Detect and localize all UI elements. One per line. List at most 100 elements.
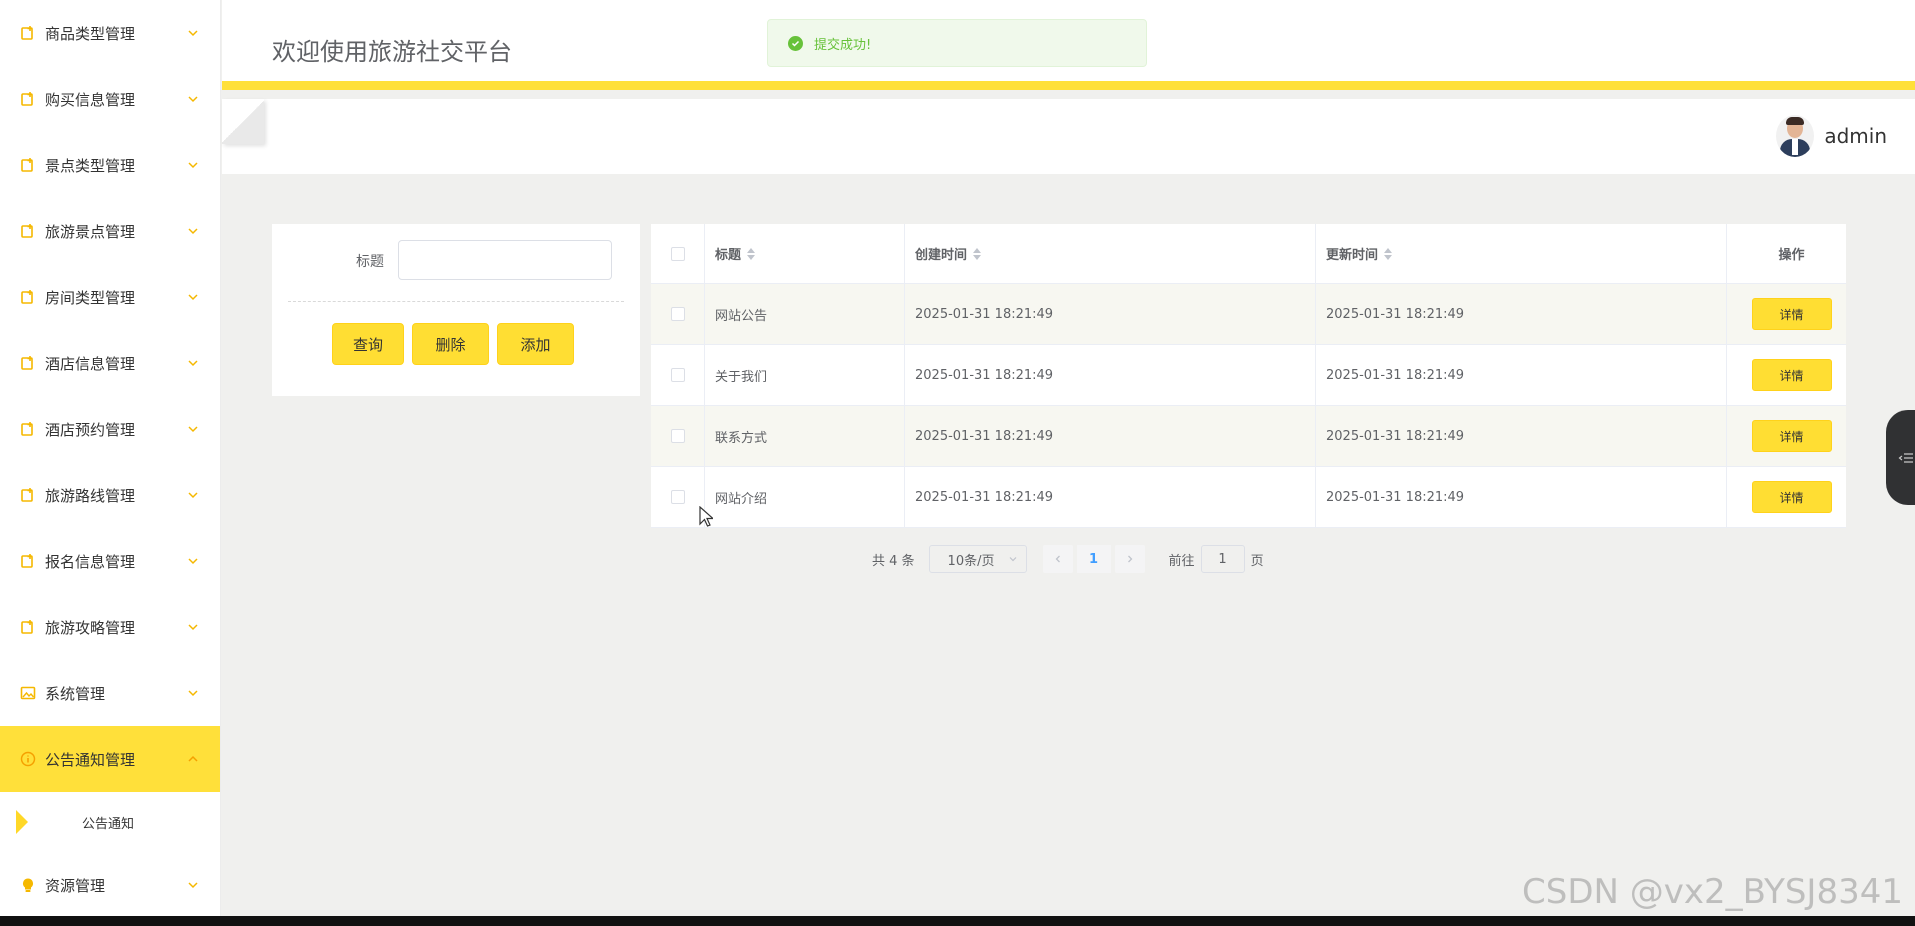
user-info[interactable]: admin [1776, 115, 1887, 157]
column-header-updated[interactable]: 更新时间 [1316, 224, 1727, 283]
sort-icon[interactable] [747, 247, 756, 260]
menu-item-label: 旅游景点管理 [45, 222, 136, 241]
chevron-down-icon [188, 426, 198, 433]
row-checkbox-cell [651, 406, 705, 466]
cell-created: 2025-01-31 18:21:49 [905, 467, 1316, 527]
table-row: 联系方式 2025-01-31 18:21:49 2025-01-31 18:2… [651, 406, 1846, 467]
menu-item-registration[interactable]: 报名信息管理 [0, 528, 220, 594]
column-action-label: 操作 [1778, 248, 1805, 263]
menu-item-notice[interactable]: 公告通知管理 [0, 726, 220, 792]
chevron-up-icon [188, 755, 198, 762]
row-checkbox[interactable] [670, 368, 685, 382]
table-header: 标题 创建时间 更新时间 操作 [651, 224, 1846, 284]
username[interactable]: admin [1824, 124, 1887, 148]
document-add-icon [20, 553, 36, 569]
menu-item-hotel-info[interactable]: 酒店信息管理 [0, 330, 220, 396]
detail-button[interactable]: 详情 [1751, 298, 1832, 330]
document-add-icon [20, 157, 36, 173]
page-size-value: 10条/页 [947, 553, 995, 569]
next-page-button[interactable] [1114, 545, 1145, 573]
menu-item-label: 系统管理 [45, 684, 106, 703]
goto-label: 前往 [1168, 553, 1195, 569]
goto-suffix: 页 [1250, 553, 1264, 569]
detail-button[interactable]: 详情 [1751, 420, 1832, 452]
side-drawer-toggle[interactable] [1886, 410, 1915, 505]
menu-item-resource[interactable]: 资源管理 [0, 852, 220, 916]
page-number-1[interactable]: 1 [1076, 545, 1111, 573]
chevron-down-icon [188, 162, 198, 169]
menu-item-purchase-info[interactable]: 购买信息管理 [0, 66, 220, 132]
column-header-created[interactable]: 创建时间 [905, 224, 1316, 283]
success-toast: 提交成功! [767, 19, 1147, 67]
menu-item-label: 景点类型管理 [45, 156, 136, 175]
select-all-checkbox[interactable] [670, 246, 685, 261]
document-add-icon [20, 289, 36, 305]
chevron-down-icon [188, 882, 198, 889]
row-checkbox[interactable] [670, 307, 685, 321]
chevron-down-icon [188, 558, 198, 565]
delete-button[interactable]: 删除 [412, 323, 489, 365]
chevron-down-icon [188, 30, 198, 37]
menu-item-scenic-spot[interactable]: 旅游景点管理 [0, 198, 220, 264]
document-add-icon [20, 619, 36, 635]
active-arrow-icon [16, 810, 28, 834]
row-checkbox[interactable] [670, 429, 685, 443]
cell-updated: 2025-01-31 18:21:49 [1316, 467, 1727, 527]
column-header-title[interactable]: 标题 [705, 224, 905, 283]
detail-button[interactable]: 详情 [1751, 359, 1832, 391]
menu-item-label: 公告通知管理 [45, 750, 136, 769]
picture-icon [20, 685, 36, 701]
table-row: 网站介绍 2025-01-31 18:21:49 2025-01-31 18:2… [651, 467, 1846, 528]
cell-action: 详情 [1727, 406, 1846, 466]
menu-item-label: 报名信息管理 [45, 552, 136, 571]
chevron-left-icon [1055, 555, 1060, 563]
row-checkbox[interactable] [670, 490, 685, 504]
avatar[interactable] [1776, 115, 1815, 157]
menu-item-system[interactable]: 系统管理 [0, 660, 220, 726]
sort-icon[interactable] [973, 247, 982, 260]
chevron-right-icon [1127, 555, 1132, 563]
cell-title: 联系方式 [705, 406, 905, 466]
notice-table: 标题 创建时间 更新时间 操作 网站公告 2025-01-31 18:21:49… [651, 224, 1846, 528]
menu-item-product-type[interactable]: 商品类型管理 [0, 0, 220, 66]
add-button[interactable]: 添加 [497, 323, 574, 365]
query-button[interactable]: 查询 [332, 323, 404, 365]
title-search-input[interactable] [398, 240, 612, 280]
menu-item-hotel-booking[interactable]: 酒店预约管理 [0, 396, 220, 462]
row-checkbox-cell [651, 467, 705, 527]
detail-button[interactable]: 详情 [1751, 481, 1832, 513]
cell-title: 关于我们 [705, 345, 905, 405]
cell-updated: 2025-01-31 18:21:49 [1316, 406, 1727, 466]
cell-action: 详情 [1727, 467, 1846, 527]
sort-icon[interactable] [1384, 247, 1393, 260]
cell-action: 详情 [1727, 284, 1846, 344]
pagination: 共 4 条 10条/页 1 前往 1 页 [872, 545, 1264, 573]
page-size-select[interactable]: 10条/页 [928, 545, 1027, 573]
document-add-icon [20, 487, 36, 503]
submenu-item-notice[interactable]: 公告通知 [0, 792, 220, 852]
menu-item-scenic-type[interactable]: 景点类型管理 [0, 132, 220, 198]
menu-item-room-type[interactable]: 房间类型管理 [0, 264, 220, 330]
cell-updated: 2025-01-31 18:21:49 [1316, 345, 1727, 405]
column-header-action: 操作 [1727, 224, 1846, 283]
goto-page-input[interactable]: 1 [1200, 545, 1245, 573]
cell-updated: 2025-01-31 18:21:49 [1316, 284, 1727, 344]
menu-item-travel-route[interactable]: 旅游路线管理 [0, 462, 220, 528]
header-checkbox-cell [651, 224, 705, 283]
table-row: 网站公告 2025-01-31 18:21:49 2025-01-31 18:2… [651, 284, 1846, 345]
menu-item-label: 购买信息管理 [45, 90, 136, 109]
prev-page-button[interactable] [1042, 545, 1073, 573]
chevron-down-icon [188, 360, 198, 367]
menu-item-label: 资源管理 [45, 876, 106, 895]
header-accent-bar [222, 81, 1915, 90]
menu-item-travel-guide[interactable]: 旅游攻略管理 [0, 594, 220, 660]
page-title: 欢迎使用旅游社交平台 [272, 38, 512, 66]
document-add-icon [20, 91, 36, 107]
menu-item-label: 酒店信息管理 [45, 354, 136, 373]
menu-item-label: 酒店预约管理 [45, 420, 136, 439]
column-updated-label: 更新时间 [1326, 248, 1379, 263]
column-created-label: 创建时间 [915, 248, 968, 263]
menu-item-label: 商品类型管理 [45, 24, 136, 43]
toast-message: 提交成功! [814, 37, 872, 53]
collapse-toggle[interactable] [222, 99, 264, 144]
